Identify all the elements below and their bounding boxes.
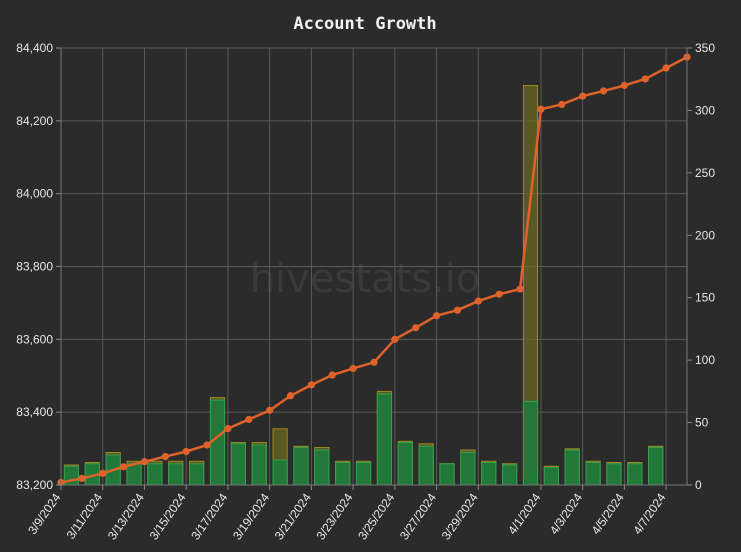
x-tick-label: 3/17/2024 bbox=[188, 490, 230, 542]
x-tick-label: 3/25/2024 bbox=[355, 490, 397, 542]
y-right-tick-label: 200 bbox=[695, 228, 715, 242]
grid bbox=[60, 47, 687, 486]
bar-green bbox=[439, 463, 455, 486]
line-point bbox=[579, 92, 587, 100]
x-tick-label: 3/21/2024 bbox=[272, 490, 314, 542]
line-point bbox=[286, 392, 295, 400]
x-tick-label: 4/5/2024 bbox=[589, 490, 627, 537]
line-point bbox=[641, 75, 649, 83]
bar-green bbox=[397, 442, 413, 486]
bar-green bbox=[460, 452, 476, 486]
y-right-tick-label: 350 bbox=[695, 41, 715, 55]
line-point bbox=[433, 312, 441, 320]
line-point bbox=[599, 87, 608, 95]
y-left-tick-label: 83,400 bbox=[16, 405, 53, 419]
bar-green bbox=[418, 445, 434, 486]
line-point bbox=[245, 415, 253, 424]
bar-green bbox=[585, 462, 601, 486]
y-right-tick-label: 150 bbox=[695, 291, 715, 305]
x-tick-label: 3/11/2024 bbox=[64, 490, 106, 541]
bar-green bbox=[147, 463, 163, 486]
bar-green bbox=[502, 464, 518, 486]
line-point bbox=[99, 469, 107, 477]
line-point bbox=[370, 358, 378, 366]
bar-green bbox=[251, 444, 267, 486]
bar-green bbox=[543, 467, 559, 486]
y-right-tick-label: 50 bbox=[695, 416, 709, 430]
line-point bbox=[307, 381, 315, 389]
line-point bbox=[474, 297, 482, 305]
y-right-tick-label: 100 bbox=[695, 353, 715, 367]
line-point bbox=[453, 306, 462, 314]
x-tick-label: 3/13/2024 bbox=[105, 490, 147, 542]
bar-green bbox=[335, 462, 351, 486]
y-left-tick-label: 84,400 bbox=[16, 41, 53, 55]
bar-green bbox=[355, 462, 372, 486]
line-point bbox=[349, 364, 357, 373]
line-point bbox=[182, 447, 190, 456]
y-left-tick-label: 84,200 bbox=[16, 114, 53, 128]
bar-green bbox=[230, 443, 246, 486]
bar-green bbox=[314, 449, 330, 486]
bar-green bbox=[564, 449, 580, 486]
y-left-tick-label: 83,200 bbox=[16, 478, 53, 492]
x-tick-label: 4/3/2024 bbox=[547, 490, 585, 537]
bar-green bbox=[189, 463, 205, 486]
line-point bbox=[516, 285, 524, 293]
line-point bbox=[328, 371, 336, 379]
x-tick-label: 3/29/2024 bbox=[439, 490, 481, 542]
bar-green bbox=[481, 462, 497, 486]
line-point bbox=[537, 105, 545, 113]
y-right-tick-label: 250 bbox=[695, 166, 715, 180]
line-point bbox=[412, 324, 420, 332]
bar-green bbox=[272, 459, 288, 486]
x-tick-label: 3/23/2024 bbox=[313, 490, 355, 542]
x-tick-label: 3/9/2024 bbox=[25, 490, 63, 537]
bar-green bbox=[209, 399, 226, 486]
y-left-tick-label: 83,600 bbox=[16, 332, 53, 346]
bar-green bbox=[522, 400, 539, 486]
line-point bbox=[662, 64, 670, 72]
bar-green bbox=[627, 463, 643, 486]
line-point bbox=[140, 458, 149, 466]
x-tick-label: 3/15/2024 bbox=[147, 490, 189, 542]
line-point bbox=[391, 335, 399, 343]
line-point bbox=[558, 100, 566, 109]
y-left-tick-label: 83,800 bbox=[16, 260, 53, 274]
bar-green bbox=[606, 463, 622, 486]
x-tick-label: 4/1/2024 bbox=[505, 490, 543, 537]
bar-green bbox=[293, 447, 309, 486]
line-point bbox=[203, 441, 211, 449]
bar-green bbox=[126, 463, 142, 486]
x-tick-label: 3/27/2024 bbox=[397, 490, 439, 542]
line-point bbox=[161, 452, 169, 461]
bar-green bbox=[648, 447, 664, 486]
y-right-tick-label: 0 bbox=[695, 478, 702, 492]
line-point bbox=[120, 463, 128, 471]
y-right-tick-label: 300 bbox=[695, 103, 715, 117]
line-point bbox=[224, 424, 232, 433]
watermark: hivestats.io bbox=[250, 256, 481, 302]
line-point bbox=[620, 81, 629, 90]
chart-title: Account Growth bbox=[293, 14, 436, 34]
bar-green bbox=[168, 463, 184, 486]
bar-green bbox=[376, 393, 393, 486]
line-point bbox=[266, 406, 274, 414]
account-growth-chart: Account Growth hivestats.io 83,200 83,400… bbox=[16, 14, 715, 542]
line-point bbox=[495, 290, 503, 298]
line-point bbox=[78, 474, 86, 483]
y-left-tick-label: 84,000 bbox=[16, 187, 53, 201]
x-tick-label: 4/7/2024 bbox=[630, 490, 668, 537]
x-tick-label: 3/19/2024 bbox=[230, 490, 272, 542]
